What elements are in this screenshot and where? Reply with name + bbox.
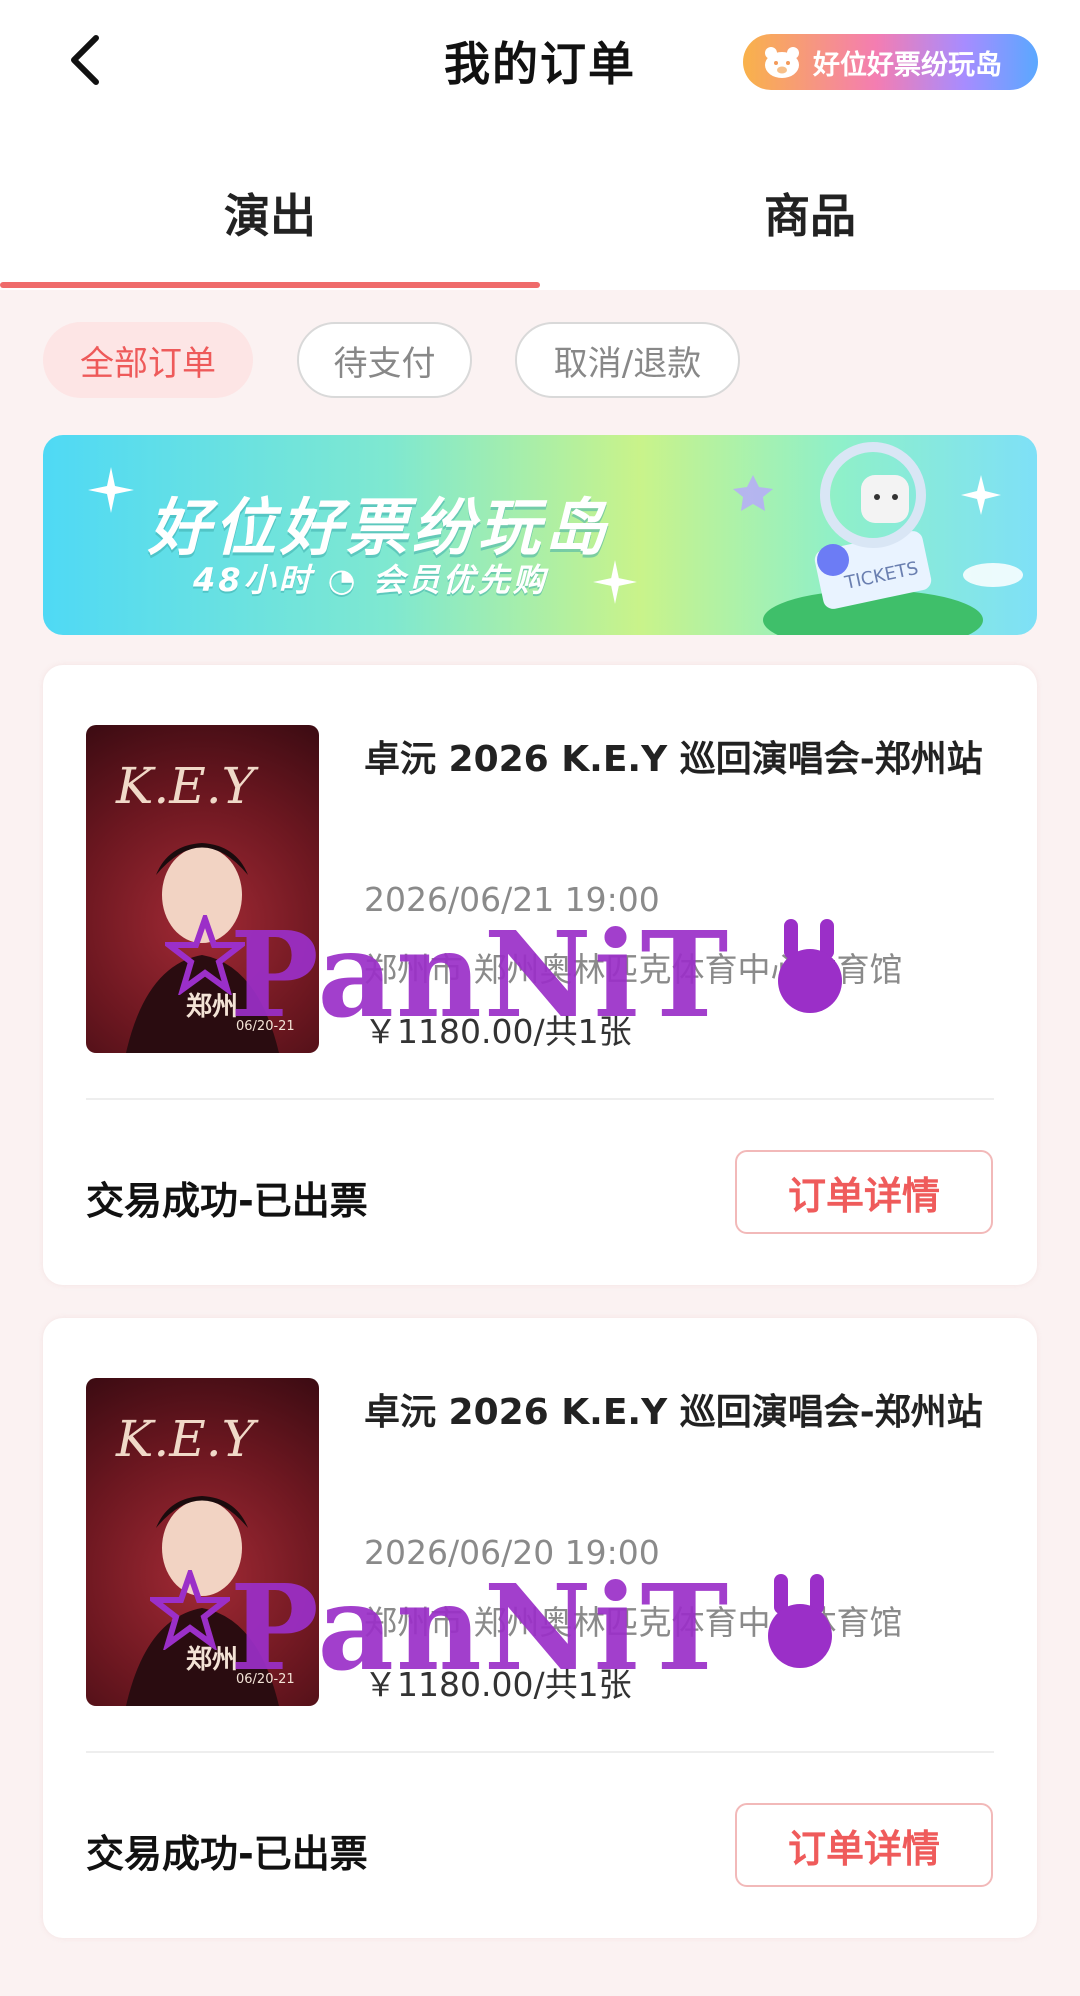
- event-poster: K.E.Y 郑州 06/20-21: [86, 725, 319, 1053]
- tab-bar: 演出 商品: [0, 180, 1080, 290]
- island-entry-button[interactable]: 好位好票纷玩岛: [743, 34, 1038, 90]
- order-price: ￥1180.00/共1张: [364, 1665, 632, 1704]
- order-card[interactable]: K.E.Y 郑州 06/20-21 卓沅 2026 K.E.Y 巡回演唱会-郑州…: [43, 1318, 1037, 1938]
- order-detail-button[interactable]: 订单详情: [735, 1803, 993, 1887]
- event-venue: 郑州市 郑州奥林匹克体育中心体育馆: [364, 1603, 903, 1642]
- event-datetime: 2026/06/20 19:00: [364, 1533, 660, 1572]
- event-venue: 郑州市 郑州奥林匹克体育中心体育馆: [364, 950, 903, 989]
- filter-chips: 全部订单 待支付 取消/退款: [0, 322, 1080, 402]
- poster-title: K.E.Y: [115, 1410, 259, 1468]
- tab-shows-label: 演出: [224, 189, 316, 243]
- order-detail-button[interactable]: 订单详情: [735, 1150, 993, 1234]
- event-datetime: 2026/06/21 19:00: [364, 880, 660, 919]
- island-label: 好位好票纷玩岛: [813, 49, 1002, 81]
- divider: [86, 1751, 994, 1753]
- header: 我的订单 好位好票纷玩岛 演出 商品: [0, 0, 1080, 290]
- filter-pending-payment[interactable]: 待支付: [297, 322, 472, 398]
- tab-goods[interactable]: 商品: [540, 180, 1080, 280]
- tab-shows[interactable]: 演出: [0, 180, 540, 280]
- sparkle-icon: [88, 467, 134, 513]
- banner-title: 好位好票纷玩岛: [148, 491, 611, 564]
- filter-cancel-refund[interactable]: 取消/退款: [515, 322, 740, 398]
- poster-dates: 06/20-21: [236, 1019, 295, 1034]
- mascot-illustration: TICKETS: [733, 442, 1023, 635]
- filter-all-orders[interactable]: 全部订单: [43, 322, 253, 398]
- poster-art: K.E.Y 郑州 06/20-21: [115, 1410, 295, 1706]
- tab-goods-label: 商品: [764, 189, 856, 243]
- promo-banner[interactable]: 好位好票纷玩岛 48小时 ◔ 会员优先购 TICKETS: [43, 435, 1037, 635]
- event-poster: K.E.Y 郑州 06/20-21: [86, 1378, 319, 1706]
- order-card[interactable]: K.E.Y 郑州 06/20-21 卓沅 2026 K.E.Y 巡回演唱会-郑州…: [43, 665, 1037, 1285]
- banner-subtitle: 48小时 ◔ 会员优先购: [193, 561, 548, 599]
- divider: [86, 1098, 994, 1100]
- event-title: 卓沅 2026 K.E.Y 巡回演唱会-郑州站: [364, 1392, 983, 1433]
- poster-city: 郑州: [186, 1645, 238, 1675]
- event-title: 卓沅 2026 K.E.Y 巡回演唱会-郑州站: [364, 739, 983, 780]
- poster-art: K.E.Y 郑州 06/20-21: [115, 757, 295, 1053]
- poster-title: K.E.Y: [115, 757, 259, 815]
- active-tab-indicator: [0, 282, 540, 288]
- poster-city: 郑州: [186, 992, 238, 1022]
- poster-dates: 06/20-21: [236, 1672, 295, 1687]
- order-price: ￥1180.00/共1张: [364, 1012, 632, 1051]
- bear-icon: [765, 47, 799, 78]
- order-status: 交易成功-已出票: [86, 1832, 368, 1876]
- order-status: 交易成功-已出票: [86, 1179, 368, 1223]
